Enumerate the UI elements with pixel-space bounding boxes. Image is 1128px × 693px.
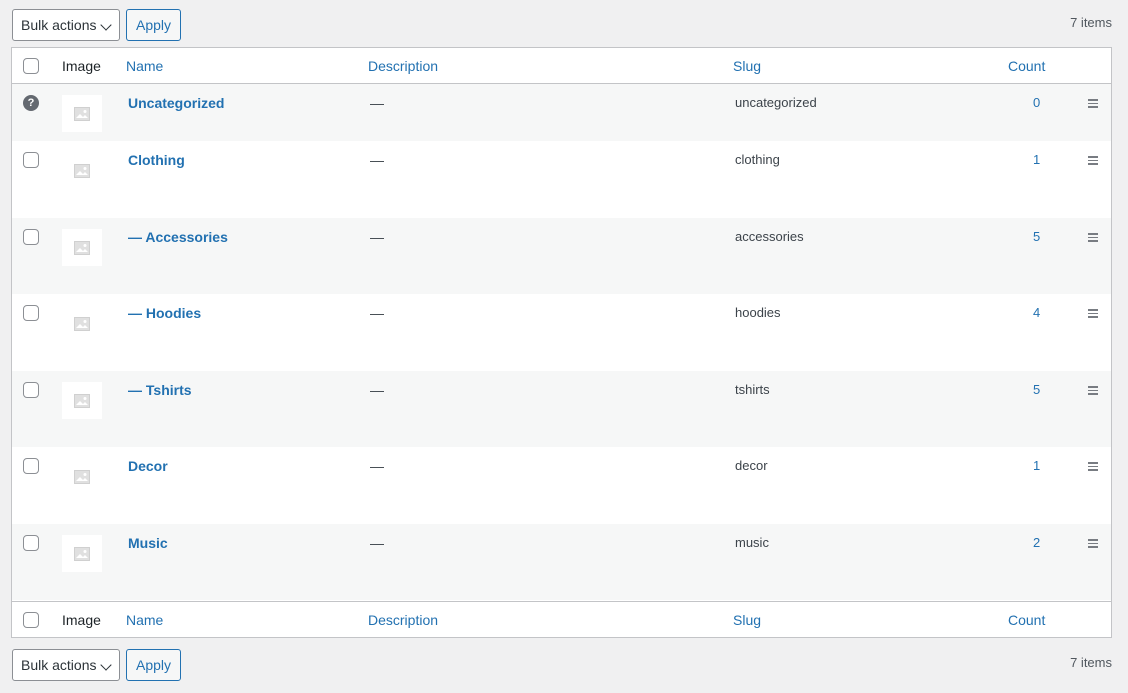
image-placeholder-icon	[62, 229, 102, 266]
row-checkbox[interactable]	[23, 382, 39, 398]
category-count-link[interactable]: 0	[1033, 95, 1040, 110]
category-description: —	[370, 229, 384, 245]
image-placeholder-icon	[62, 305, 102, 342]
chevron-down-icon	[100, 19, 112, 31]
select-all-checkbox[interactable]	[23, 58, 39, 74]
column-image: Image	[62, 58, 101, 74]
category-name-link[interactable]: — Tshirts	[128, 382, 192, 398]
category-slug: tshirts	[735, 382, 770, 397]
category-name-link[interactable]: Decor	[128, 458, 168, 474]
drag-handle-icon[interactable]	[1088, 233, 1098, 244]
bulk-actions-select[interactable]: Bulk actions	[12, 9, 120, 41]
category-description: —	[370, 535, 384, 551]
category-name-link[interactable]: Music	[128, 535, 168, 551]
image-placeholder-icon	[62, 152, 102, 189]
row-checkbox[interactable]	[23, 152, 39, 168]
category-count-link[interactable]: 5	[1033, 382, 1040, 397]
column-count-footer[interactable]: Count	[1008, 612, 1045, 628]
category-description: —	[370, 305, 384, 321]
table-row: Decor — decor 1	[12, 447, 1111, 524]
drag-handle-icon[interactable]	[1088, 386, 1098, 397]
table-header: Image Name Description Slug Count	[12, 48, 1111, 84]
category-count-link[interactable]: 4	[1033, 305, 1040, 320]
column-slug-footer[interactable]: Slug	[733, 612, 761, 628]
category-slug: music	[735, 535, 769, 550]
bulk-actions-label: Bulk actions	[21, 17, 97, 33]
tablenav-bottom: Bulk actions Apply 7 items	[12, 649, 1112, 681]
apply-button-bottom[interactable]: Apply	[126, 649, 181, 681]
items-count: 7 items	[1070, 15, 1112, 30]
category-slug: hoodies	[735, 305, 781, 320]
table-row: Music — music 2	[12, 524, 1111, 600]
drag-handle-icon[interactable]	[1088, 99, 1098, 110]
category-name-link[interactable]: — Accessories	[128, 229, 228, 245]
drag-handle-icon[interactable]	[1088, 462, 1098, 473]
drag-handle-icon[interactable]	[1088, 539, 1098, 550]
category-slug: accessories	[735, 229, 804, 244]
column-image-footer: Image	[62, 612, 101, 628]
table-row: — Tshirts — tshirts 5	[12, 371, 1111, 447]
column-name-footer[interactable]: Name	[126, 612, 163, 628]
category-name-link[interactable]: Clothing	[128, 152, 185, 168]
select-all-checkbox-footer[interactable]	[23, 612, 39, 628]
category-description: —	[370, 152, 384, 168]
category-description: —	[370, 458, 384, 474]
category-name-link[interactable]: — Hoodies	[128, 305, 201, 321]
bulk-actions-select-bottom[interactable]: Bulk actions	[12, 649, 120, 681]
drag-handle-icon[interactable]	[1088, 156, 1098, 167]
category-slug: uncategorized	[735, 95, 817, 110]
column-slug[interactable]: Slug	[733, 58, 761, 74]
row-checkbox[interactable]	[23, 458, 39, 474]
column-description[interactable]: Description	[368, 58, 438, 74]
table-row: — Accessories — accessories 5	[12, 218, 1111, 294]
categories-table: Image Name Description Slug Count ? Uncat…	[11, 47, 1112, 638]
drag-handle-icon[interactable]	[1088, 309, 1098, 320]
column-description-footer[interactable]: Description	[368, 612, 438, 628]
row-checkbox[interactable]	[23, 535, 39, 551]
row-checkbox[interactable]	[23, 305, 39, 321]
table-footer: Image Name Description Slug Count	[12, 601, 1111, 637]
column-name[interactable]: Name	[126, 58, 163, 74]
category-count-link[interactable]: 1	[1033, 152, 1040, 167]
category-count-link[interactable]: 2	[1033, 535, 1040, 550]
items-count-bottom: 7 items	[1070, 655, 1112, 670]
help-icon[interactable]: ?	[23, 95, 39, 111]
image-placeholder-icon	[62, 382, 102, 419]
chevron-down-icon	[100, 659, 112, 671]
image-placeholder-icon	[62, 535, 102, 572]
category-count-link[interactable]: 5	[1033, 229, 1040, 244]
category-description: —	[370, 382, 384, 398]
category-slug: decor	[735, 458, 768, 473]
image-placeholder-icon	[62, 95, 102, 132]
row-checkbox[interactable]	[23, 229, 39, 245]
bulk-actions-label: Bulk actions	[21, 657, 97, 673]
column-count[interactable]: Count	[1008, 58, 1045, 74]
category-description: —	[370, 95, 384, 111]
category-count-link[interactable]: 1	[1033, 458, 1040, 473]
category-name-link[interactable]: Uncategorized	[128, 95, 224, 111]
apply-button[interactable]: Apply	[126, 9, 181, 41]
table-row: ? Uncategorized — uncategorized 0	[12, 84, 1111, 141]
image-placeholder-icon	[62, 458, 102, 495]
table-row: — Hoodies — hoodies 4	[12, 294, 1111, 371]
category-slug: clothing	[735, 152, 780, 167]
table-row: Clothing — clothing 1	[12, 141, 1111, 218]
tablenav-top: Bulk actions Apply 7 items	[12, 9, 1112, 41]
